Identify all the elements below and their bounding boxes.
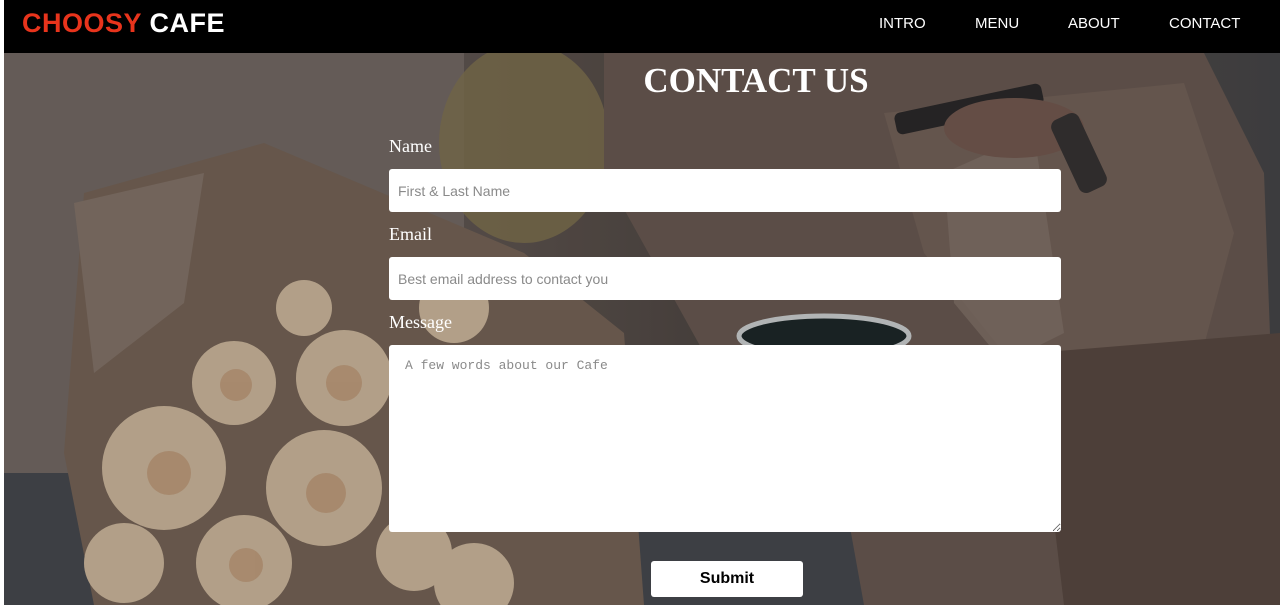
- email-label: Email: [389, 224, 432, 244]
- submit-button[interactable]: Submit: [651, 561, 803, 597]
- name-label: Name: [389, 136, 432, 156]
- email-input[interactable]: [389, 257, 1061, 300]
- contact-title: CONTACT US: [643, 61, 869, 100]
- navbar: CHOOSY CAFE INTRO MENU ABOUT CONTACT: [4, 0, 1280, 53]
- nav-links: INTRO MENU ABOUT CONTACT: [4, 0, 1280, 53]
- nav-link-about[interactable]: ABOUT: [1068, 15, 1120, 33]
- nav-link-contact[interactable]: CONTACT: [1169, 15, 1240, 33]
- nav-link-intro[interactable]: INTRO: [879, 15, 926, 33]
- nav-link-menu[interactable]: MENU: [975, 15, 1019, 33]
- message-textarea[interactable]: [389, 345, 1061, 532]
- name-input[interactable]: [389, 169, 1061, 212]
- message-label: Message: [389, 312, 452, 332]
